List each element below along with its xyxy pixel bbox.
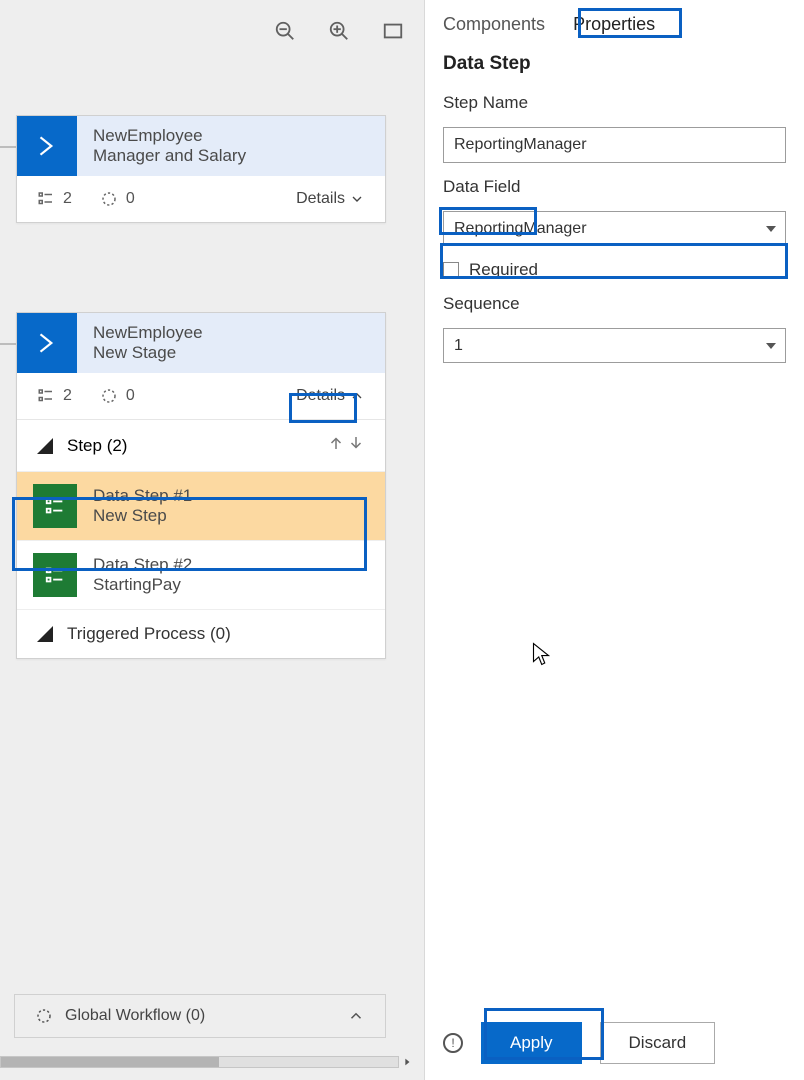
steps-count: 2	[37, 387, 72, 405]
data-step-1[interactable]: Data Step #1 New Step	[17, 471, 385, 540]
stage-flag-icon	[17, 313, 77, 373]
canvas-toolbar	[274, 20, 404, 42]
properties-form: Step Name Data Field ReportingManager Re…	[425, 93, 804, 363]
stage-flag-icon	[17, 116, 77, 176]
process-count: 0	[100, 387, 135, 405]
move-down-icon[interactable]	[347, 434, 365, 457]
fit-screen-icon[interactable]	[382, 20, 404, 42]
properties-pane: Components Properties Data Step Step Nam…	[425, 0, 804, 1080]
section-title: Data Step	[425, 45, 804, 93]
data-step-icon	[33, 553, 77, 597]
move-up-icon[interactable]	[327, 434, 345, 457]
step-section: Step (2) Data Step #1 New Step	[17, 419, 385, 658]
chevron-up-icon	[349, 388, 365, 404]
canvas-pane: NewEmployee Manager and Salary 2 0 Detai…	[0, 0, 425, 1080]
data-step-title: Data Step #1	[93, 486, 192, 506]
stage-entity: NewEmployee	[93, 323, 203, 343]
triangle-icon	[37, 438, 53, 454]
chevron-up-icon[interactable]	[347, 1007, 365, 1025]
steps-count: 2	[37, 190, 72, 208]
data-field-select[interactable]: ReportingManager	[443, 211, 786, 246]
stage-card-manager-salary[interactable]: NewEmployee Manager and Salary 2 0 Detai…	[16, 115, 386, 223]
sequence-label: Sequence	[443, 294, 786, 314]
stage-header: NewEmployee New Stage	[17, 313, 385, 373]
data-step-sub: New Step	[93, 506, 192, 526]
stage-name: Manager and Salary	[93, 146, 246, 166]
required-checkbox[interactable]	[443, 262, 459, 278]
data-step-2[interactable]: Data Step #2 StartingPay	[17, 540, 385, 609]
required-label: Required	[469, 260, 538, 280]
triggered-process-row[interactable]: Triggered Process (0)	[17, 609, 385, 658]
process-count: 0	[100, 190, 135, 208]
triangle-icon	[37, 626, 53, 642]
cursor-icon	[532, 642, 550, 666]
details-toggle[interactable]: Details	[296, 190, 365, 208]
stage-card-new-stage[interactable]: NewEmployee New Stage 2 0 Details	[16, 312, 386, 659]
stage-stats-row: 2 0 Details	[17, 176, 385, 222]
connector-line	[0, 343, 16, 345]
tab-properties[interactable]: Properties	[573, 14, 655, 35]
stage-header: NewEmployee Manager and Salary	[17, 116, 385, 176]
global-workflow-bar[interactable]: Global Workflow (0)	[14, 994, 386, 1038]
info-icon[interactable]: !	[443, 1033, 463, 1053]
horizontal-scrollbar[interactable]	[0, 1054, 415, 1070]
chevron-down-icon	[349, 191, 365, 207]
stage-stats-row: 2 0 Details	[17, 373, 385, 419]
workflow-icon	[35, 1007, 53, 1025]
step-header: Step (2)	[17, 420, 385, 471]
data-field-label: Data Field	[443, 177, 786, 197]
data-step-sub: StartingPay	[93, 575, 192, 595]
stage-name: New Stage	[93, 343, 203, 363]
scroll-right-icon[interactable]	[399, 1054, 415, 1070]
tab-components[interactable]: Components	[443, 14, 545, 35]
apply-button[interactable]: Apply	[481, 1022, 582, 1064]
zoom-in-icon[interactable]	[328, 20, 350, 42]
stage-entity: NewEmployee	[93, 126, 246, 146]
step-name-label: Step Name	[443, 93, 786, 113]
connector-line	[0, 146, 16, 148]
step-name-input[interactable]	[443, 127, 786, 163]
footer-actions: ! Apply Discard	[425, 1022, 804, 1064]
data-step-title: Data Step #2	[93, 555, 192, 575]
zoom-out-icon[interactable]	[274, 20, 296, 42]
tabs: Components Properties	[425, 0, 804, 45]
details-toggle[interactable]: Details	[296, 387, 365, 405]
discard-button[interactable]: Discard	[600, 1022, 716, 1064]
data-step-icon	[33, 484, 77, 528]
sequence-select[interactable]: 1	[443, 328, 786, 363]
